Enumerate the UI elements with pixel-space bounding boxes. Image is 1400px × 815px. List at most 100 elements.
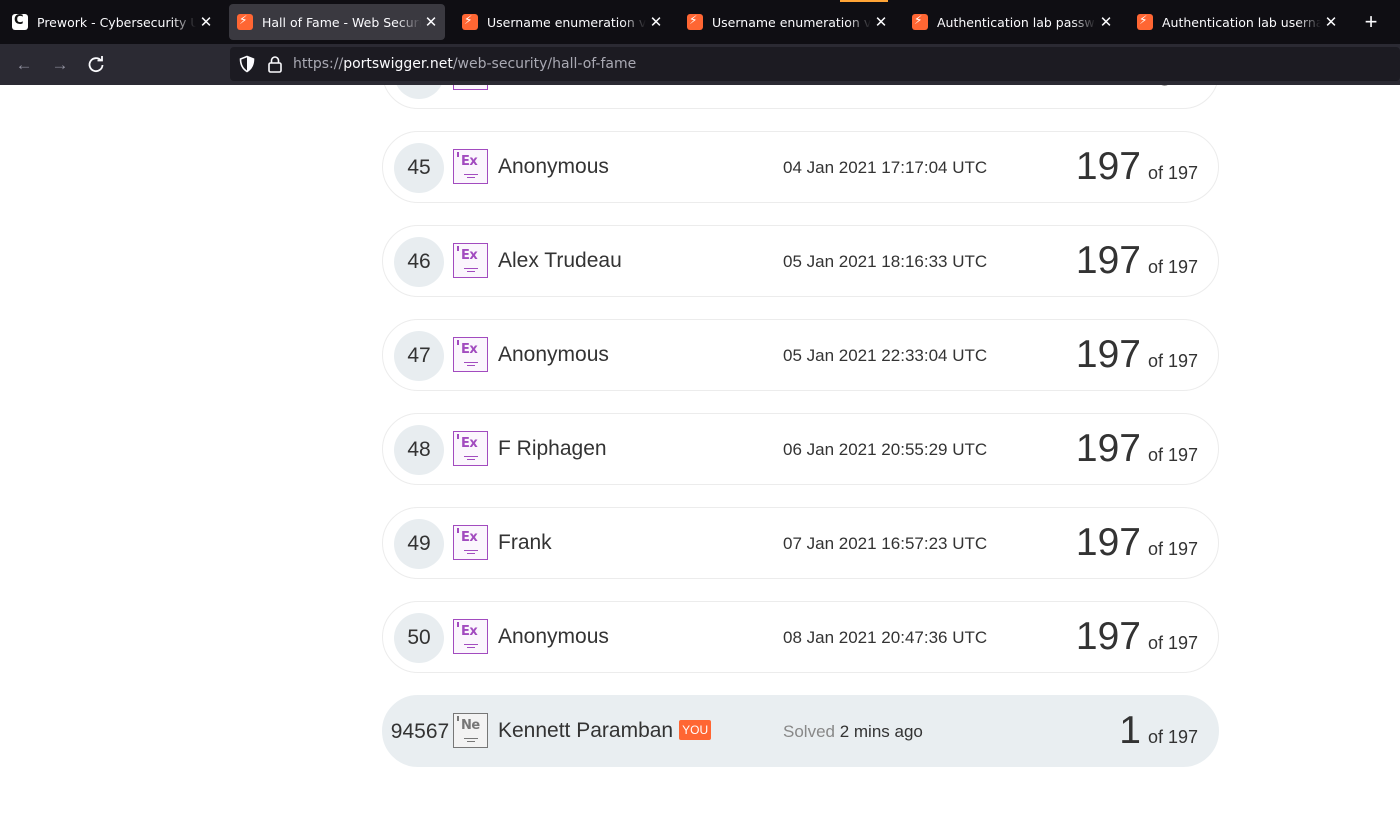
- score: 197: [1133, 85, 1198, 95]
- solved-date: 05 Jan 2021 18:16:33 UTC: [783, 252, 988, 271]
- leaderboard-row-partial: Ex 197: [382, 85, 1219, 109]
- tab-title: Prework - Cybersecurity Univers: [37, 14, 196, 30]
- leaderboard-row: 47 Ex Anonymous 05 Jan 2021 22:33:04 UTC…: [382, 319, 1219, 391]
- expert-badge-icon: Ex: [453, 243, 488, 278]
- solved-date: 04 Jan 2021 17:17:04 UTC: [783, 158, 988, 177]
- score-value: 197: [1075, 615, 1141, 658]
- score-value: 197: [1133, 85, 1198, 95]
- close-icon[interactable]: ✕: [871, 13, 891, 31]
- user-name: Alex Trudeau: [498, 249, 622, 272]
- leaderboard-row: 50 Ex Anonymous 08 Jan 2021 20:47:36 UTC…: [382, 601, 1219, 673]
- reload-icon[interactable]: [84, 53, 108, 77]
- leaderboard-row: 49 Ex Frank 07 Jan 2021 16:57:23 UTC 197…: [382, 507, 1219, 579]
- expert-badge-icon: Ex: [453, 619, 488, 654]
- rank-number: 48: [394, 425, 444, 475]
- user-name: Frank: [498, 531, 552, 554]
- url-scheme: https://: [293, 56, 344, 72]
- rank-number: 49: [394, 519, 444, 569]
- portswigger-favicon-icon: [237, 13, 253, 30]
- leaderboard-row: 48 Ex F Riphagen 06 Jan 2021 20:55:29 UT…: [382, 413, 1219, 485]
- solved-date: 07 Jan 2021 16:57:23 UTC: [783, 534, 988, 553]
- tab-title: Username enumeration via diffe: [712, 14, 871, 30]
- rank-number: 94567: [390, 720, 450, 743]
- close-icon[interactable]: ✕: [196, 13, 216, 31]
- portswigger-favicon-icon: [462, 13, 478, 30]
- leaderboard-row-current-user: 94567 Ne Kennett Paramban YOU Solved 2 mi…: [382, 695, 1219, 767]
- expert-badge-icon: Ex: [453, 149, 488, 184]
- tab-title: Username enumeration via diffe: [487, 14, 646, 30]
- tab-authentication-usernames[interactable]: Authentication lab usernames | ✕: [1129, 4, 1345, 40]
- solved-label: Solved: [783, 722, 835, 741]
- rank-circle: [394, 85, 444, 99]
- user-name: Anonymous: [498, 155, 609, 178]
- solved-date: 06 Jan 2021 20:55:29 UTC: [783, 440, 988, 459]
- tab-title: Authentication lab passwords |: [937, 14, 1096, 30]
- back-arrow-icon[interactable]: ←: [12, 53, 36, 77]
- score: 197 of 197: [1076, 239, 1198, 283]
- browser-navigation-bar: ← → https://portswigger.net/web-security…: [0, 44, 1400, 85]
- rank-number: 46: [394, 237, 444, 287]
- score-total: of 197: [1147, 351, 1198, 371]
- tab-activity-indicator: [840, 0, 888, 2]
- forward-arrow-icon[interactable]: →: [48, 53, 72, 77]
- portswigger-favicon-icon: [687, 13, 703, 30]
- portswigger-favicon-icon: [912, 13, 928, 30]
- score-total: of 197: [1147, 257, 1198, 277]
- browser-tab-bar: Prework - Cybersecurity Univers ✕ Hall o…: [0, 0, 1400, 44]
- portswigger-favicon-icon: [1137, 13, 1153, 30]
- score-total: of 197: [1147, 539, 1198, 559]
- score: 1 of 197: [1119, 709, 1198, 753]
- user-name: Anonymous: [498, 625, 609, 648]
- tab-hall-of-fame[interactable]: Hall of Fame - Web Security Aca ✕: [229, 4, 445, 40]
- url-text[interactable]: https://portswigger.net/web-security/hal…: [293, 56, 636, 72]
- rank-number: 47: [394, 331, 444, 381]
- solved-time: Solved 2 mins ago: [783, 722, 923, 742]
- score-total: of 197: [1147, 727, 1198, 747]
- close-icon[interactable]: ✕: [1321, 13, 1341, 31]
- score-value: 197: [1075, 427, 1141, 470]
- you-badge: YOU: [679, 720, 712, 740]
- address-bar[interactable]: https://portswigger.net/web-security/hal…: [230, 47, 1400, 81]
- user-name: Kennett Paramban YOU: [498, 719, 712, 743]
- hall-of-fame-page: Ex 197 45 Ex Anonymous 04 Jan 2021 17:17…: [0, 85, 1400, 815]
- url-path: /web-security/hall-of-fame: [452, 56, 637, 72]
- leaderboard-row: 45 Ex Anonymous 04 Jan 2021 17:17:04 UTC…: [382, 131, 1219, 203]
- tracking-protection-shield-icon[interactable]: [238, 55, 256, 73]
- score: 197 of 197: [1076, 145, 1198, 189]
- score: 197 of 197: [1076, 427, 1198, 471]
- expert-badge-icon: Ex: [453, 431, 488, 466]
- tab-prework[interactable]: Prework - Cybersecurity Univers ✕: [4, 4, 220, 40]
- score: 197 of 197: [1076, 333, 1198, 377]
- score-total: of 197: [1147, 163, 1198, 183]
- rank-number: 45: [394, 143, 444, 193]
- solved-date: 08 Jan 2021 20:47:36 UTC: [783, 628, 988, 647]
- score: 197 of 197: [1076, 615, 1198, 659]
- expert-badge-icon: Ex: [453, 525, 488, 560]
- close-icon[interactable]: ✕: [1096, 13, 1116, 31]
- tab-username-enumeration-1[interactable]: Username enumeration via diffe ✕: [454, 4, 670, 40]
- cybersecurity-university-favicon-icon: [12, 13, 28, 30]
- user-name: F Riphagen: [498, 437, 607, 460]
- tab-title: Hall of Fame - Web Security Aca: [262, 14, 421, 30]
- score-value: 197: [1075, 145, 1141, 188]
- newcomer-badge-icon: Ne: [453, 713, 488, 748]
- lock-icon[interactable]: [266, 55, 284, 73]
- new-tab-plus-icon[interactable]: +: [1360, 10, 1382, 34]
- score-value: 1: [1119, 709, 1141, 752]
- user-name: Anonymous: [498, 343, 609, 366]
- tab-username-enumeration-2[interactable]: Username enumeration via diffe ✕: [679, 4, 895, 40]
- user-name-text: Kennett Paramban: [498, 719, 674, 742]
- tab-authentication-passwords[interactable]: Authentication lab passwords | ✕: [904, 4, 1120, 40]
- leaderboard-row: 46 Ex Alex Trudeau 05 Jan 2021 18:16:33 …: [382, 225, 1219, 297]
- score-value: 197: [1075, 521, 1141, 564]
- close-icon[interactable]: ✕: [421, 13, 441, 31]
- solved-time-value: 2 mins ago: [839, 722, 923, 741]
- score-value: 197: [1075, 239, 1141, 282]
- score-total: of 197: [1147, 633, 1198, 653]
- expert-badge-icon: Ex: [453, 85, 488, 90]
- score-total: of 197: [1147, 445, 1198, 465]
- url-host: portswigger.net: [343, 56, 453, 72]
- solved-date: 05 Jan 2021 22:33:04 UTC: [783, 346, 988, 365]
- score: 197 of 197: [1076, 521, 1198, 565]
- close-icon[interactable]: ✕: [646, 13, 666, 31]
